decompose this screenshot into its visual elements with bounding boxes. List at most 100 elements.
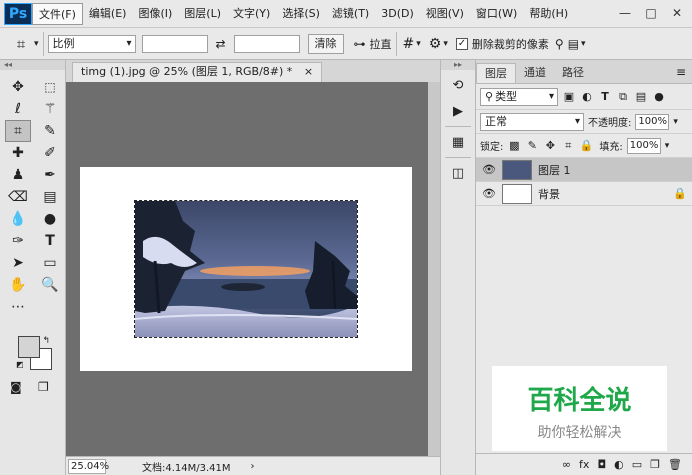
zoom-level-field[interactable]: 25.04%: [68, 458, 109, 474]
rectangle-tool-icon[interactable]: ▭: [37, 252, 63, 274]
default-colors-icon[interactable]: ◩: [16, 360, 24, 369]
layer-row-layer1[interactable]: 👁 图层 1: [476, 158, 692, 182]
layer-name[interactable]: 背景: [538, 186, 668, 202]
filter-toggle-icon[interactable]: ●: [652, 90, 666, 103]
photo-layer[interactable]: [134, 200, 358, 338]
chevron-down-icon[interactable]: ▾: [581, 39, 586, 49]
lock-position-icon[interactable]: ✥: [543, 139, 557, 152]
layer-mask-icon[interactable]: ◘: [597, 458, 606, 471]
hand-tool-icon[interactable]: ✋: [5, 274, 31, 296]
fill-input[interactable]: 100%: [626, 137, 661, 154]
eye-icon[interactable]: 👁: [476, 187, 502, 200]
lock-pixels-icon[interactable]: ✎: [525, 139, 539, 152]
swap-colors-icon[interactable]: ↰: [42, 336, 50, 346]
more-tools-icon[interactable]: ⋯: [5, 296, 31, 318]
lock-artboard-icon[interactable]: ⌗: [561, 139, 575, 153]
document-size-info[interactable]: 文档:4.14M/3.41M: [142, 459, 231, 474]
menu-window[interactable]: 窗口(W): [470, 3, 523, 25]
new-layer-icon[interactable]: ❐: [650, 458, 660, 471]
menu-layer[interactable]: 图层(L): [178, 3, 227, 25]
straighten-label[interactable]: 拉直: [370, 36, 392, 52]
path-selection-tool-icon[interactable]: ➤: [5, 252, 31, 274]
clear-button[interactable]: 清除: [307, 33, 344, 54]
zoom-tool-icon[interactable]: 🔍: [37, 274, 63, 296]
eye-icon[interactable]: 👁: [476, 163, 502, 176]
gradient-tool-icon[interactable]: ▤: [37, 186, 63, 208]
menu-select[interactable]: 选择(S): [276, 3, 326, 25]
quick-mask-icon[interactable]: ◙: [10, 380, 22, 394]
eraser-tool-icon[interactable]: ⌫: [5, 186, 31, 208]
marquee-tool-icon[interactable]: ⬚: [37, 76, 63, 98]
history-icon[interactable]: ⟲: [446, 74, 470, 96]
menu-type[interactable]: 文字(Y): [227, 3, 276, 25]
filter-adjustment-icon[interactable]: ◐: [580, 90, 594, 103]
lock-transparent-icon[interactable]: ▩: [507, 139, 521, 152]
menu-filter[interactable]: 滤镜(T): [326, 3, 375, 25]
dock-collapse-handle[interactable]: ▸▸: [441, 60, 475, 70]
magic-wand-tool-icon[interactable]: ⚚: [37, 98, 63, 120]
gear-icon[interactable]: ⚙: [429, 36, 442, 52]
link-layers-icon[interactable]: ∞: [562, 458, 571, 471]
menu-help[interactable]: 帮助(H): [523, 3, 574, 25]
healing-brush-tool-icon[interactable]: ✚: [5, 142, 31, 164]
crop-tool-preset-icon[interactable]: ⌗: [8, 33, 34, 55]
properties-icon[interactable]: ▦: [446, 131, 470, 153]
lasso-tool-icon[interactable]: ℓ: [5, 98, 31, 120]
filter-type-icon[interactable]: T: [598, 90, 612, 103]
new-group-icon[interactable]: ▭: [632, 458, 642, 471]
workspace-icon[interactable]: ▤: [568, 37, 579, 51]
menu-view[interactable]: 视图(V): [420, 3, 470, 25]
move-tool-icon[interactable]: ✥: [5, 76, 31, 98]
maximize-button[interactable]: □: [640, 3, 662, 23]
type-tool-icon[interactable]: T: [37, 230, 63, 252]
tab-paths[interactable]: 路径: [554, 63, 592, 83]
foreground-color-swatch[interactable]: [18, 336, 40, 358]
layer-style-icon[interactable]: fx: [579, 458, 589, 471]
straighten-icon[interactable]: ⊶: [354, 37, 366, 51]
chevron-down-icon[interactable]: ▾: [665, 141, 670, 151]
minimize-button[interactable]: —: [614, 3, 636, 23]
menu-3d[interactable]: 3D(D): [375, 3, 420, 25]
lock-all-icon[interactable]: 🔒: [579, 139, 594, 152]
ratio-height-input[interactable]: [233, 34, 300, 53]
ratio-width-input[interactable]: [141, 34, 208, 53]
chevron-down-icon[interactable]: ▾: [673, 117, 678, 127]
blend-mode-select[interactable]: 正常: [480, 112, 584, 131]
layer-name[interactable]: 图层 1: [538, 162, 692, 178]
brush-tool-icon[interactable]: ✐: [37, 142, 63, 164]
panel-collapse-handle[interactable]: ◂◂: [0, 60, 65, 70]
chevron-down-icon[interactable]: ▾: [443, 39, 448, 49]
screen-mode-icon[interactable]: ❐: [38, 380, 49, 394]
close-tab-icon[interactable]: ×: [304, 65, 313, 78]
ratio-select[interactable]: 比例: [47, 34, 136, 53]
overlay-grid-icon[interactable]: #: [403, 36, 415, 52]
swap-icon[interactable]: ⇄: [208, 37, 234, 51]
tab-channels[interactable]: 通道: [516, 63, 554, 83]
filter-smart-object-icon[interactable]: ▤: [634, 90, 648, 103]
menu-file[interactable]: 文件(F): [32, 2, 83, 25]
adjustment-layer-icon[interactable]: ◐: [614, 458, 624, 471]
layer-filter-select[interactable]: ⚲ 类型: [480, 87, 558, 106]
history-brush-tool-icon[interactable]: ✒: [37, 164, 63, 186]
filter-pixel-icon[interactable]: ▣: [562, 90, 576, 103]
document-tab[interactable]: timg (1).jpg @ 25% (图层 1, RGB/8#) * ×: [72, 62, 323, 82]
vertical-scrollbar[interactable]: [428, 82, 440, 456]
filter-shape-icon[interactable]: ⧉: [616, 90, 630, 104]
dodge-tool-icon[interactable]: ●: [37, 208, 63, 230]
close-button[interactable]: ✕: [666, 3, 688, 23]
delete-layer-icon[interactable]: 🗑: [668, 458, 682, 471]
panel-menu-icon[interactable]: ≡: [676, 65, 686, 79]
chevron-down-icon[interactable]: ▾: [416, 39, 421, 49]
pen-tool-icon[interactable]: ✑: [5, 230, 31, 252]
status-menu-arrow[interactable]: ›: [251, 461, 255, 472]
menu-image[interactable]: 图像(I): [132, 3, 178, 25]
tab-layers[interactable]: 图层: [476, 63, 516, 83]
blur-tool-icon[interactable]: 💧: [5, 208, 31, 230]
canvas-area[interactable]: [66, 82, 428, 456]
menu-edit[interactable]: 编辑(E): [83, 3, 133, 25]
clone-stamp-tool-icon[interactable]: ♟: [5, 164, 31, 186]
opacity-input[interactable]: 100%: [635, 113, 670, 130]
layer-row-background[interactable]: 👁 背景 🔒: [476, 182, 692, 206]
actions-play-icon[interactable]: ▶: [446, 100, 470, 122]
delete-cropped-checkbox[interactable]: ✓: [455, 37, 468, 50]
